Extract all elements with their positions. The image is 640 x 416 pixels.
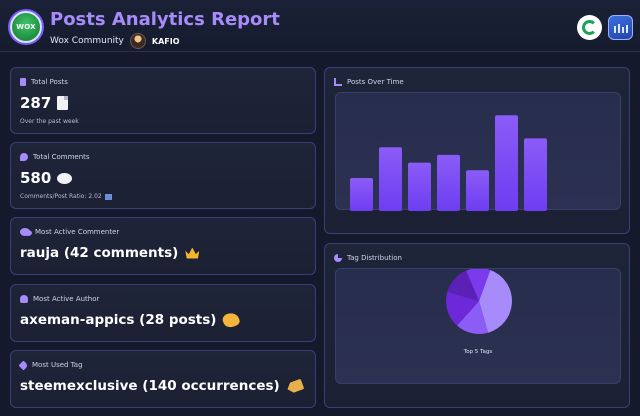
bar-4[interactable] (437, 154, 460, 211)
bar-5[interactable] (466, 170, 489, 211)
pie-chart-icon (334, 254, 342, 262)
total-comments-card: Total Comments 580 Comments/Post Ratio: … (10, 142, 316, 209)
chart-icon (334, 78, 342, 86)
card-label: Most Active Author (20, 295, 99, 303)
wox-logo[interactable]: WOX (10, 11, 42, 43)
posts-over-time-card: Posts Over Time (324, 67, 630, 234)
pie-chart-area: Top 5 Tags (335, 268, 621, 384)
most-active-author-card: Most Active Author axeman-appics (28 pos… (10, 284, 316, 342)
bar-1[interactable] (350, 178, 373, 211)
total-posts-note: Over the past week (20, 118, 79, 125)
logo-text: WOX (16, 23, 36, 31)
card-label: Posts Over Time (334, 78, 404, 86)
stats-icon-bar (621, 27, 624, 33)
total-comments-note-row: Comments/Post Ratio: 2.02 (20, 193, 112, 200)
header: WOX Posts Analytics Report Wox Community… (0, 0, 640, 52)
tag-distribution-card: Tag Distribution Top 5 Tags (324, 243, 630, 408)
bar-3[interactable] (408, 162, 431, 211)
most-active-author-value: axeman-appics (28 posts) (20, 312, 217, 328)
pie-chart (446, 268, 512, 334)
stats-button[interactable] (608, 15, 633, 40)
card-label: Tag Distribution (334, 254, 402, 262)
card-label: Most Used Tag (18, 360, 83, 370)
bar-chart (350, 115, 547, 211)
total-posts-value-row: 287 (20, 94, 69, 112)
card-label: Most Active Commenter (20, 228, 119, 236)
stats-icon (613, 26, 616, 33)
most-active-commenter-label: Most Active Commenter (35, 228, 120, 236)
most-active-commenter-value-row: rauja (42 comments) (20, 245, 200, 261)
bar-6[interactable] (495, 115, 518, 211)
bar-2[interactable] (379, 147, 402, 211)
crown-icon (185, 247, 200, 259)
most-active-commenter-value: rauja (42 comments) (20, 245, 179, 261)
subtitle: Wox Community KAFIO (50, 33, 180, 49)
bar-7[interactable] (524, 138, 547, 211)
community-name: Wox Community (50, 36, 124, 46)
tag-small-icon (18, 360, 29, 370)
stats-icon-bar (625, 25, 628, 33)
stats-icon-bar (617, 24, 620, 33)
comment-ratio-note: Comments/Post Ratio: 2.02 (20, 193, 102, 200)
total-comments-label: Total Comments (33, 153, 90, 161)
most-used-tag-card: Most Used Tag steemexclusive (140 occurr… (10, 350, 316, 408)
tag-distribution-label: Tag Distribution (347, 254, 402, 262)
card-label: Total Posts (20, 78, 68, 86)
speech-bubble-emoji-icon (57, 172, 73, 184)
total-comments-value-row: 580 (20, 169, 73, 187)
writing-hand-icon (221, 310, 242, 330)
document-emoji-icon (57, 96, 69, 110)
total-posts-label: Total Posts (31, 78, 68, 86)
most-active-author-value-row: axeman-appics (28 posts) (20, 310, 242, 330)
bar-chart-area (335, 92, 621, 211)
user-icon (20, 295, 28, 303)
page-title: Posts Analytics Report (50, 9, 280, 30)
chat-button[interactable] (577, 15, 602, 40)
card-label: Total Comments (20, 153, 90, 161)
most-active-author-label: Most Active Author (33, 295, 100, 303)
comments-icon (20, 228, 30, 236)
chat-icon (582, 20, 597, 35)
pie-caption: Top 5 Tags (463, 349, 493, 355)
total-posts-value: 287 (20, 94, 52, 112)
tag-icon (285, 378, 304, 394)
document-icon (20, 78, 26, 86)
username[interactable]: KAFIO (152, 37, 180, 46)
most-used-tag-value: steemexclusive (140 occurrences) (20, 378, 280, 394)
most-used-tag-value-row: steemexclusive (140 occurrences) (20, 378, 303, 394)
speech-bubble-icon (20, 153, 28, 161)
bar-chart-emoji-icon (104, 193, 112, 200)
avatar[interactable] (129, 33, 146, 49)
most-used-tag-label: Most Used Tag (32, 361, 83, 369)
total-comments-value: 580 (20, 169, 52, 187)
total-posts-card: Total Posts 287 Over the past week (10, 67, 316, 134)
posts-over-time-label: Posts Over Time (347, 78, 404, 86)
most-active-commenter-card: Most Active Commenter rauja (42 comments… (10, 217, 316, 275)
